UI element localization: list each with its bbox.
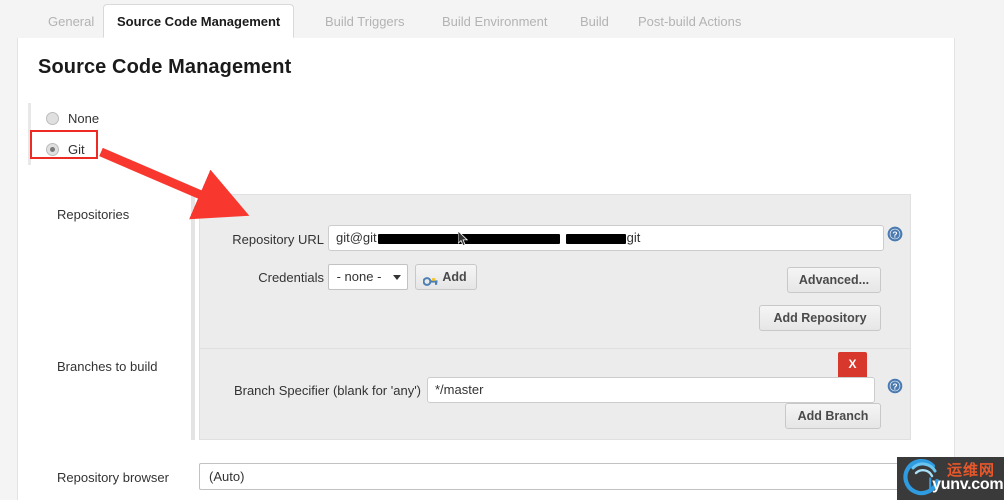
repository-url-help-icon[interactable]: ? bbox=[887, 226, 903, 242]
branches-to-build-label: Branches to build bbox=[57, 359, 158, 374]
tab-build-triggers[interactable]: Build Triggers bbox=[312, 6, 417, 38]
repository-url-value-suffix: git bbox=[626, 230, 641, 245]
key-icon bbox=[422, 271, 438, 296]
advanced-button[interactable]: Advanced... bbox=[787, 267, 881, 293]
repository-url-input[interactable]: git@git git bbox=[328, 225, 884, 251]
scm-option-git[interactable]: Git bbox=[41, 134, 288, 165]
repository-browser-select[interactable]: (Auto) bbox=[199, 463, 913, 490]
svg-text:?: ? bbox=[892, 382, 897, 392]
repository-url-value-prefix: git@git bbox=[336, 230, 377, 245]
config-content-panel: Source Code Management None Git Reposito… bbox=[17, 38, 955, 500]
add-repository-button[interactable]: Add Repository bbox=[759, 305, 881, 331]
scm-option-none[interactable]: None bbox=[41, 103, 288, 134]
radio-git-icon[interactable] bbox=[46, 143, 59, 156]
delete-branch-button[interactable]: X bbox=[838, 352, 867, 377]
redaction-bar-1 bbox=[377, 233, 560, 244]
tab-general[interactable]: General bbox=[35, 6, 107, 38]
scm-radio-group: None Git bbox=[28, 103, 288, 165]
config-tab-bar: General Source Code Management Build Tri… bbox=[17, 0, 955, 39]
svg-text:?: ? bbox=[892, 230, 897, 240]
credentials-label: Credentials bbox=[258, 270, 324, 285]
branch-specifier-label: Branch Specifier (blank for 'any') bbox=[233, 383, 421, 398]
credentials-selected-value: - none - bbox=[336, 269, 382, 284]
watermark-domain-rest: yunv.com bbox=[932, 476, 1004, 493]
add-credentials-label: Add bbox=[442, 270, 467, 284]
scm-option-git-label: Git bbox=[68, 142, 85, 157]
credentials-select[interactable]: - none - bbox=[328, 264, 408, 290]
jenkins-job-config-page: General Source Code Management Build Tri… bbox=[0, 0, 1004, 500]
tab-build[interactable]: Build bbox=[567, 6, 622, 38]
watermark-domain-text: lyunv.com bbox=[928, 476, 1004, 494]
add-branch-button[interactable]: Add Branch bbox=[785, 403, 881, 429]
site-watermark: 运维网 lyunv.com bbox=[897, 457, 1004, 500]
repository-url-label: Repository URL bbox=[232, 232, 324, 247]
repository-browser-value: (Auto) bbox=[209, 469, 245, 484]
tab-source-code-management[interactable]: Source Code Management bbox=[103, 4, 295, 38]
page-title: Source Code Management bbox=[38, 56, 292, 78]
branches-gutter bbox=[191, 348, 195, 440]
repositories-gutter bbox=[191, 194, 195, 370]
redaction-bar-2 bbox=[565, 233, 626, 244]
tab-build-environment[interactable]: Build Environment bbox=[429, 6, 561, 38]
tab-post-build-actions[interactable]: Post-build Actions bbox=[625, 6, 754, 38]
branch-specifier-input[interactable]: */master bbox=[427, 377, 875, 403]
repository-browser-label: Repository browser bbox=[57, 470, 169, 485]
scm-option-none-label: None bbox=[68, 111, 100, 126]
radio-none-icon[interactable] bbox=[46, 112, 59, 125]
add-credentials-button[interactable]: Add bbox=[415, 264, 477, 290]
chevron-down-icon bbox=[393, 275, 401, 280]
branch-specifier-help-icon[interactable]: ? bbox=[887, 378, 903, 394]
repositories-label: Repositories bbox=[57, 207, 130, 222]
